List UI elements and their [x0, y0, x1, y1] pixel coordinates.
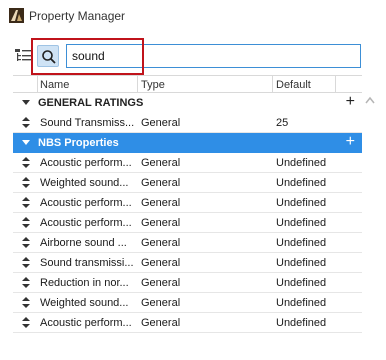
column-header-name[interactable]: Name	[40, 79, 69, 91]
property-name: Acoustic perform...	[40, 197, 132, 209]
property-default: Undefined	[276, 257, 327, 269]
table-row[interactable]: Sound transmissi... General Undefined	[13, 253, 362, 273]
group-label: NBS Properties	[38, 137, 119, 149]
add-property-icon[interactable]: +	[346, 134, 355, 150]
app-logo-icon	[9, 8, 24, 23]
property-type: General	[141, 317, 181, 329]
reorder-arrows-icon[interactable]	[22, 117, 30, 128]
property-type: General	[141, 297, 181, 309]
window-title: Property Manager	[29, 9, 126, 23]
column-header-type[interactable]: Type	[141, 79, 165, 91]
property-default: Undefined	[276, 217, 327, 229]
title-bar: Property Manager	[0, 0, 386, 34]
table-row[interactable]: Acoustic perform... General Undefined	[13, 213, 362, 233]
reorder-arrows-icon[interactable]	[22, 237, 30, 248]
property-default: Undefined	[276, 317, 327, 329]
reorder-arrows-icon[interactable]	[22, 197, 30, 208]
property-type: General	[141, 117, 181, 129]
reorder-arrows-icon[interactable]	[22, 257, 30, 268]
add-property-icon[interactable]: +	[346, 94, 355, 110]
property-name: Acoustic perform...	[40, 317, 132, 329]
group-label: GENERAL RATINGS	[38, 97, 144, 109]
table-row[interactable]: Acoustic perform... General Undefined	[13, 153, 362, 173]
property-name: Reduction in nor...	[40, 277, 129, 289]
property-type: General	[141, 157, 181, 169]
table-row[interactable]: Reduction in nor... General Undefined	[13, 273, 362, 293]
property-type: General	[141, 257, 181, 269]
group-row-general-ratings[interactable]: GENERAL RATINGS +	[13, 93, 362, 113]
reorder-arrows-icon[interactable]	[22, 157, 30, 168]
property-type: General	[141, 177, 181, 189]
property-name: Sound transmissi...	[40, 257, 134, 269]
column-separator[interactable]	[37, 76, 38, 93]
property-default: Undefined	[276, 277, 327, 289]
property-type: General	[141, 237, 181, 249]
reorder-arrows-icon[interactable]	[22, 217, 30, 228]
collapse-triangle-icon[interactable]	[22, 140, 30, 145]
column-separator[interactable]	[335, 76, 336, 93]
column-header-default[interactable]: Default	[276, 79, 311, 91]
property-default: Undefined	[276, 297, 327, 309]
property-name: Weighted sound...	[40, 177, 129, 189]
scroll-up-icon[interactable]	[365, 96, 375, 104]
reorder-arrows-icon[interactable]	[22, 177, 30, 188]
property-default: Undefined	[276, 237, 327, 249]
highlight-annotation	[31, 38, 144, 75]
property-type: General	[141, 277, 181, 289]
table-row[interactable]: Acoustic perform... General Undefined	[13, 313, 362, 333]
property-name: Airborne sound ...	[40, 237, 127, 249]
column-separator[interactable]	[137, 76, 138, 93]
column-separator[interactable]	[272, 76, 273, 93]
group-row-nbs-properties[interactable]: NBS Properties +	[13, 133, 362, 153]
table-row[interactable]: Airborne sound ... General Undefined	[13, 233, 362, 253]
table-row[interactable]: Weighted sound... General Undefined	[13, 293, 362, 313]
property-default: Undefined	[276, 177, 327, 189]
property-type: General	[141, 197, 181, 209]
property-name: Weighted sound...	[40, 297, 129, 309]
reorder-arrows-icon[interactable]	[22, 297, 30, 308]
property-default: 25	[276, 117, 289, 129]
reorder-arrows-icon[interactable]	[22, 317, 30, 328]
table-row[interactable]: Acoustic perform... General Undefined	[13, 193, 362, 213]
table-header: Name Type Default	[13, 75, 362, 93]
reorder-arrows-icon[interactable]	[22, 277, 30, 288]
property-table: Name Type Default GENERAL RATINGS + Soun…	[13, 75, 362, 333]
table-row[interactable]: Sound Transmiss... General 25	[13, 113, 362, 133]
property-name: Sound Transmiss...	[40, 117, 135, 129]
collapse-triangle-icon[interactable]	[22, 100, 30, 105]
property-name: Acoustic perform...	[40, 217, 132, 229]
property-default: Undefined	[276, 157, 327, 169]
property-type: General	[141, 217, 181, 229]
table-row[interactable]: Weighted sound... General Undefined	[13, 173, 362, 193]
property-name: Acoustic perform...	[40, 157, 132, 169]
tree-view-icon[interactable]	[15, 48, 31, 62]
property-default: Undefined	[276, 197, 327, 209]
